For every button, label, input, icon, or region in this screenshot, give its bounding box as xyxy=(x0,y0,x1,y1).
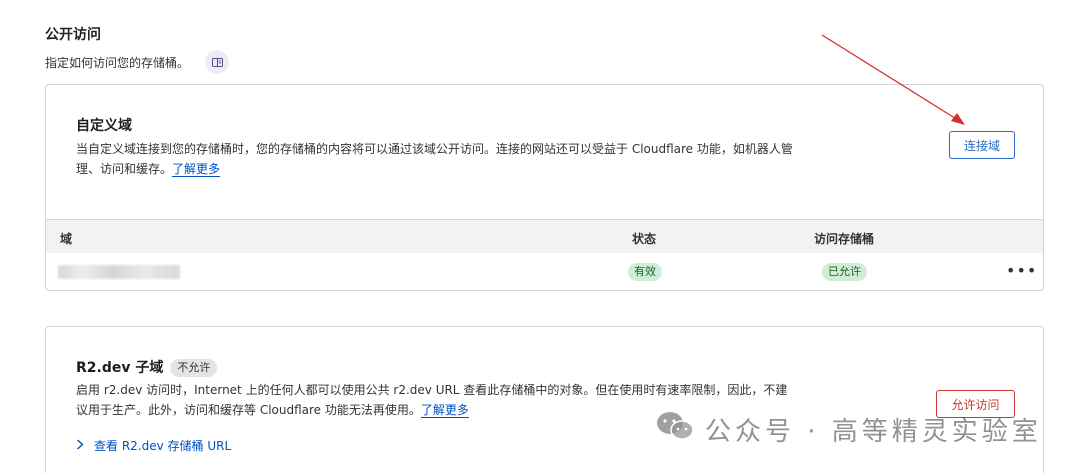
custom-domain-card: 自定义域 当自定义域连接到您的存储桶时，您的存储桶的内容将可以通过该域公开访问。… xyxy=(45,84,1044,291)
custom-domain-title: 自定义域 xyxy=(76,118,132,134)
column-header-domain: 域 xyxy=(60,232,73,246)
wechat-icon xyxy=(655,410,695,449)
domain-table-header: 域 状态 访问存储桶 xyxy=(46,219,1043,253)
connect-domain-button[interactable]: 连接域 xyxy=(949,131,1015,159)
watermark-text: 公众号 · 高等精灵实验室 xyxy=(705,417,1042,447)
domain-name-redacted xyxy=(58,265,180,279)
view-r2dev-url-label: 查看 R2.dev 存储桶 URL xyxy=(94,439,232,453)
access-badge: 已允许 xyxy=(822,263,867,281)
custom-domain-description: 当自定义域连接到您的存储桶时，您的存储桶的内容将可以通过该域公开访问。连接的网站… xyxy=(76,139,796,179)
r2dev-title-text: R2.dev 子域 xyxy=(76,360,164,376)
r2dev-card: R2.dev 子域 不允许 启用 r2.dev 访问时，Internet 上的任何… xyxy=(45,326,1044,473)
section-subtitle-text: 指定如何访问您的存储桶。 xyxy=(45,55,190,70)
watermark: 公众号 · 高等精灵实验室 xyxy=(655,410,1042,449)
section-subtitle: 指定如何访问您的存储桶。 xyxy=(45,50,230,74)
status-badge: 有效 xyxy=(628,263,662,281)
column-header-status: 状态 xyxy=(632,232,657,246)
r2dev-learn-more-link[interactable]: 了解更多 xyxy=(421,403,469,417)
doc-icon[interactable] xyxy=(205,50,230,74)
r2dev-title: R2.dev 子域 不允许 xyxy=(76,357,218,377)
view-r2dev-url-toggle[interactable]: 查看 R2.dev 存储桶 URL xyxy=(76,437,231,454)
column-header-bucket-access: 访问存储桶 xyxy=(814,232,875,246)
section-title: 公开访问 xyxy=(45,27,101,43)
table-row: 有效 已允许 ••• xyxy=(46,253,1043,291)
more-horizontal-icon[interactable]: ••• xyxy=(1006,261,1037,280)
not-allowed-badge: 不允许 xyxy=(170,359,218,377)
custom-domain-learn-more-link[interactable]: 了解更多 xyxy=(172,162,220,176)
chevron-right-icon xyxy=(76,438,84,454)
